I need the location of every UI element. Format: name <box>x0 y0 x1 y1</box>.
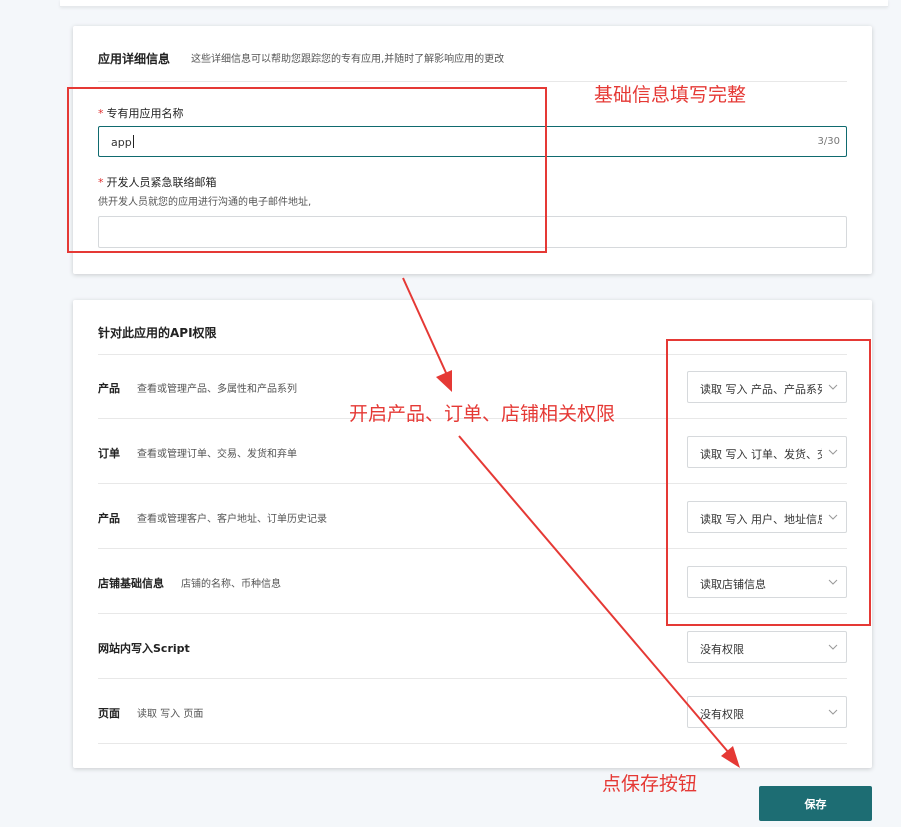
annotation-arrow-line <box>402 277 448 376</box>
annotation-arrow-line <box>458 435 730 754</box>
annotation-arrow-head <box>721 746 740 768</box>
annotation-arrow-head <box>436 370 452 392</box>
annotation-arrows <box>402 277 740 768</box>
